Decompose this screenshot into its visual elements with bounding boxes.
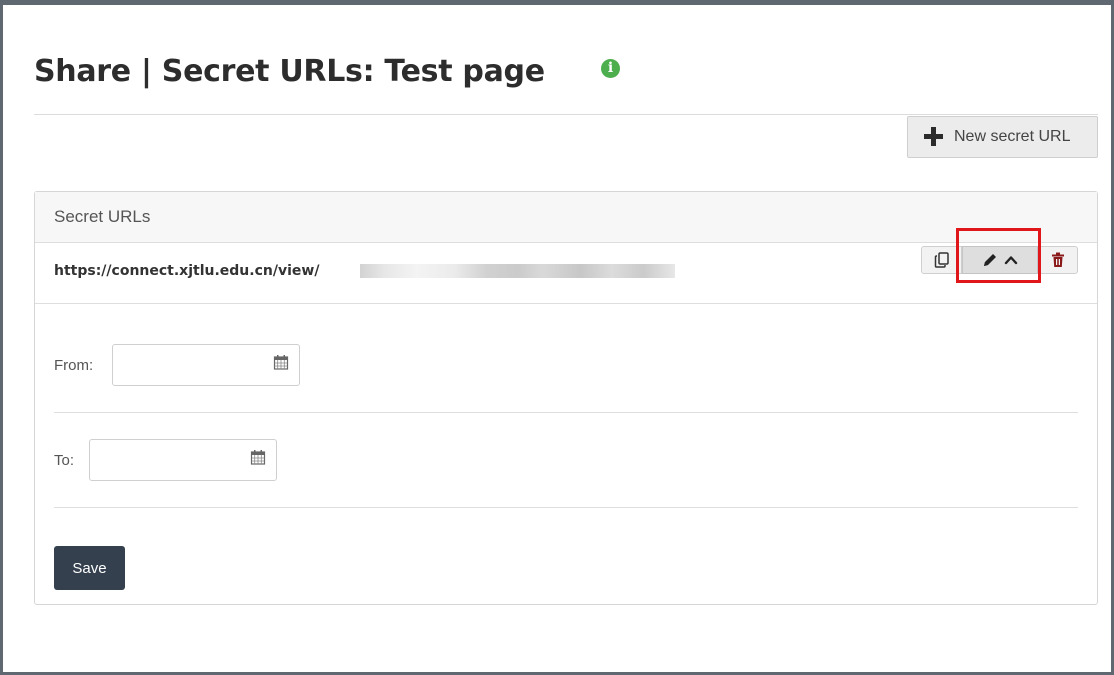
delete-url-button[interactable] bbox=[1038, 246, 1078, 274]
save-button[interactable]: Save bbox=[54, 546, 125, 590]
page-title: Share | Secret URLs: Test page bbox=[34, 54, 545, 89]
edit-button-highlight bbox=[956, 228, 1041, 283]
to-date-input[interactable] bbox=[89, 439, 277, 481]
from-divider bbox=[54, 412, 1078, 413]
to-label: To: bbox=[54, 452, 75, 469]
info-icon[interactable]: i bbox=[601, 59, 620, 78]
copy-icon bbox=[934, 252, 949, 268]
trash-icon bbox=[1052, 252, 1064, 267]
title-divider bbox=[34, 114, 1098, 115]
calendar-icon[interactable] bbox=[273, 354, 289, 370]
to-divider bbox=[54, 507, 1078, 508]
plus-icon bbox=[923, 126, 945, 148]
from-label: From: bbox=[54, 357, 94, 374]
secret-url-row: https://connect.xjtlu.edu.cn/view/ bbox=[35, 243, 1097, 304]
new-secret-url-label: New secret URL bbox=[954, 128, 1071, 145]
redacted-url-suffix bbox=[360, 264, 675, 278]
from-date-input[interactable] bbox=[112, 344, 300, 386]
secret-urls-panel: Secret URLs https://connect.xjtlu.edu.cn… bbox=[34, 191, 1098, 605]
secret-url-text: https://connect.xjtlu.edu.cn/view/ bbox=[54, 263, 320, 279]
new-secret-url-button[interactable]: New secret URL bbox=[907, 116, 1098, 158]
calendar-icon[interactable] bbox=[250, 449, 266, 465]
panel-heading-label: Secret URLs bbox=[54, 207, 151, 226]
panel-heading: Secret URLs bbox=[35, 192, 1097, 243]
